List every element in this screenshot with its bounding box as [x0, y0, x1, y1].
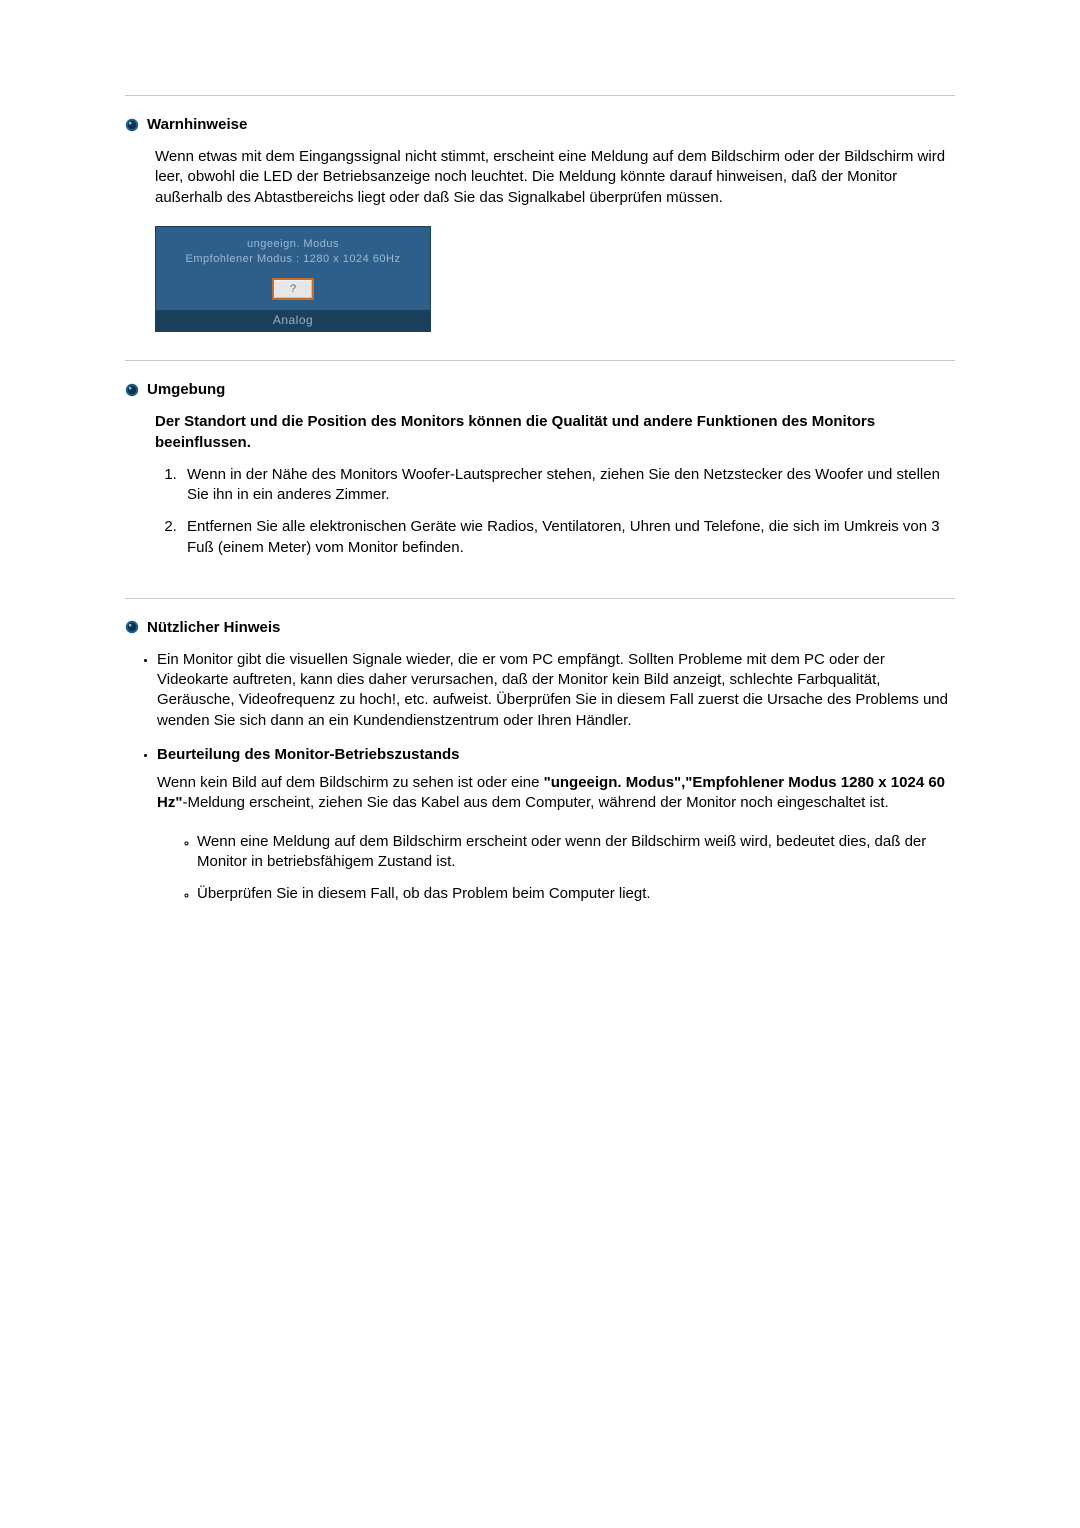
- list-item: Ein Monitor gibt die visuellen Signale w…: [157, 650, 955, 731]
- section-useful-hint: Nützlicher Hinweis Ein Monitor gibt die …: [125, 599, 955, 947]
- list-item: Beurteilung des Monitor-Betriebszustands…: [157, 745, 955, 905]
- section-head: Warnhinweise: [125, 116, 955, 133]
- para2-pre: Wenn kein Bild auf dem Bildschirm zu seh…: [157, 774, 544, 791]
- section-title: Nützlicher Hinweis: [147, 619, 280, 636]
- section-environment: Umgebung Der Standort und die Position d…: [125, 361, 955, 598]
- hint-list: Ein Monitor gibt die visuellen Signale w…: [135, 650, 955, 905]
- section-head: Umgebung: [125, 381, 955, 398]
- page: Warnhinweise Wenn etwas mit dem Eingangs…: [0, 0, 1080, 1528]
- bullet-icon: [125, 118, 139, 132]
- osd-button-row: ?: [156, 272, 430, 310]
- section-title: Umgebung: [147, 381, 225, 398]
- para2-post: -Meldung erscheint, ziehen Sie das Kabel…: [182, 794, 888, 811]
- osd-diagram: ungeeign. Modus Empfohlener Modus : 1280…: [155, 226, 431, 333]
- bullet-icon: [125, 620, 139, 634]
- warn-body: Wenn etwas mit dem Eingangssignal nicht …: [155, 147, 955, 208]
- list-item: Wenn in der Nähe des Monitors Woofer-Lau…: [181, 465, 955, 506]
- osd-help-button: ?: [272, 278, 314, 300]
- env-list: Wenn in der Nähe des Monitors Woofer-Lau…: [155, 465, 955, 558]
- osd-line2: Empfohlener Modus : 1280 x 1024 60Hz: [162, 252, 424, 267]
- osd-line1: ungeeign. Modus: [162, 237, 424, 252]
- hint-sublist: Wenn eine Meldung auf dem Bildschirm ers…: [157, 832, 955, 905]
- section-head: Nützlicher Hinweis: [125, 619, 955, 636]
- section-warnings: Warnhinweise Wenn etwas mit dem Eingangs…: [125, 96, 955, 360]
- bullet-icon: [125, 383, 139, 397]
- list-item: Überprüfen Sie in diesem Fall, ob das Pr…: [197, 884, 955, 904]
- content-column: Warnhinweise Wenn etwas mit dem Eingangs…: [125, 95, 955, 946]
- list-item: Wenn eine Meldung auf dem Bildschirm ers…: [197, 832, 955, 873]
- osd-footer: Analog: [156, 310, 430, 331]
- osd-message: ungeeign. Modus Empfohlener Modus : 1280…: [156, 227, 430, 273]
- list-item: Entfernen Sie alle elektronischen Geräte…: [181, 517, 955, 558]
- env-intro: Der Standort und die Position des Monito…: [155, 412, 955, 453]
- hint-subhead: Beurteilung des Monitor-Betriebszustands: [157, 746, 460, 763]
- section-title: Warnhinweise: [147, 116, 247, 133]
- hint-para2: Wenn kein Bild auf dem Bildschirm zu seh…: [157, 773, 955, 814]
- env-body: Der Standort und die Position des Monito…: [155, 412, 955, 558]
